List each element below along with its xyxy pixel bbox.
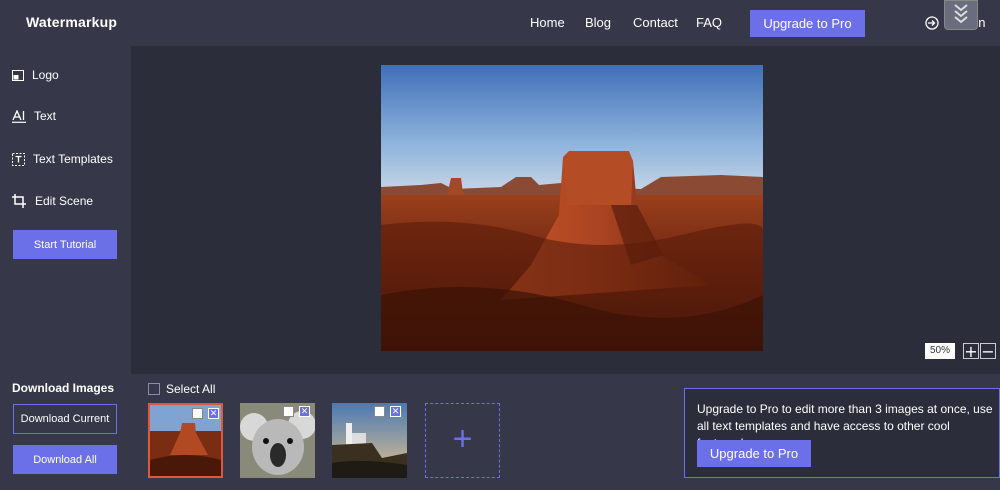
- close-icon[interactable]: ✕: [390, 406, 401, 417]
- close-icon[interactable]: ✕: [208, 408, 219, 419]
- sidebar-item-logo[interactable]: Logo: [12, 68, 59, 82]
- nav-home[interactable]: Home: [530, 15, 565, 30]
- nav-contact[interactable]: Contact: [633, 15, 678, 30]
- app-logo[interactable]: Watermarkup: [26, 14, 117, 30]
- nav-faq[interactable]: FAQ: [696, 15, 722, 30]
- upgrade-to-pro-button[interactable]: Upgrade to Pro: [750, 10, 865, 37]
- thumbnail-desert[interactable]: ✕: [148, 403, 223, 478]
- zoom-in-button[interactable]: +: [963, 343, 979, 359]
- sidebar-item-text[interactable]: Text: [12, 109, 56, 123]
- sidebar-item-edit-scene[interactable]: Edit Scene: [12, 194, 93, 208]
- plus-icon: +: [452, 420, 473, 458]
- thumbnail-koala[interactable]: ✕: [240, 403, 315, 478]
- download-current-button[interactable]: Download Current: [13, 404, 117, 434]
- sidebar-item-label: Text Templates: [33, 152, 113, 166]
- crop-icon: [12, 194, 26, 208]
- download-images-heading: Download Images: [12, 381, 115, 395]
- select-all-label: Select All: [166, 382, 216, 396]
- sidebar-item-label: Edit Scene: [35, 194, 94, 208]
- sidebar: Logo Text Text Templates Edit Scene Star…: [0, 46, 131, 490]
- main-canvas-image[interactable]: [381, 65, 763, 351]
- sidebar-item-text-templates[interactable]: Text Templates: [12, 152, 113, 166]
- text-icon: [12, 109, 26, 123]
- close-icon[interactable]: ✕: [299, 406, 310, 417]
- download-overlay-icon[interactable]: [944, 0, 978, 30]
- sidebar-item-label: Text: [34, 109, 57, 123]
- download-all-button[interactable]: Download All: [13, 445, 117, 474]
- zoom-level: 50%: [925, 343, 955, 359]
- promo-upgrade-button[interactable]: Upgrade to Pro: [697, 440, 811, 467]
- sign-in-icon: [925, 15, 939, 30]
- select-all-control[interactable]: Select All: [148, 382, 215, 396]
- logo-icon: [12, 69, 24, 81]
- thumbnail-checkbox[interactable]: [374, 406, 385, 417]
- thumbnail-lighthouse[interactable]: ✕: [332, 403, 407, 478]
- zoom-out-button[interactable]: −: [980, 343, 996, 359]
- sidebar-item-label: Logo: [32, 68, 59, 82]
- upgrade-promo-box: Upgrade to Pro to edit more than 3 image…: [684, 388, 1000, 478]
- top-bar: Watermarkup Home Blog Contact FAQ Upgrad…: [0, 0, 1000, 46]
- thumbnail-checkbox[interactable]: [192, 408, 203, 419]
- nav-blog[interactable]: Blog: [585, 15, 611, 30]
- add-image-button[interactable]: +: [425, 403, 500, 478]
- thumbnail-checkbox[interactable]: [283, 406, 294, 417]
- text-templates-icon: [12, 152, 25, 166]
- select-all-checkbox[interactable]: [148, 383, 160, 395]
- start-tutorial-button[interactable]: Start Tutorial: [13, 230, 117, 259]
